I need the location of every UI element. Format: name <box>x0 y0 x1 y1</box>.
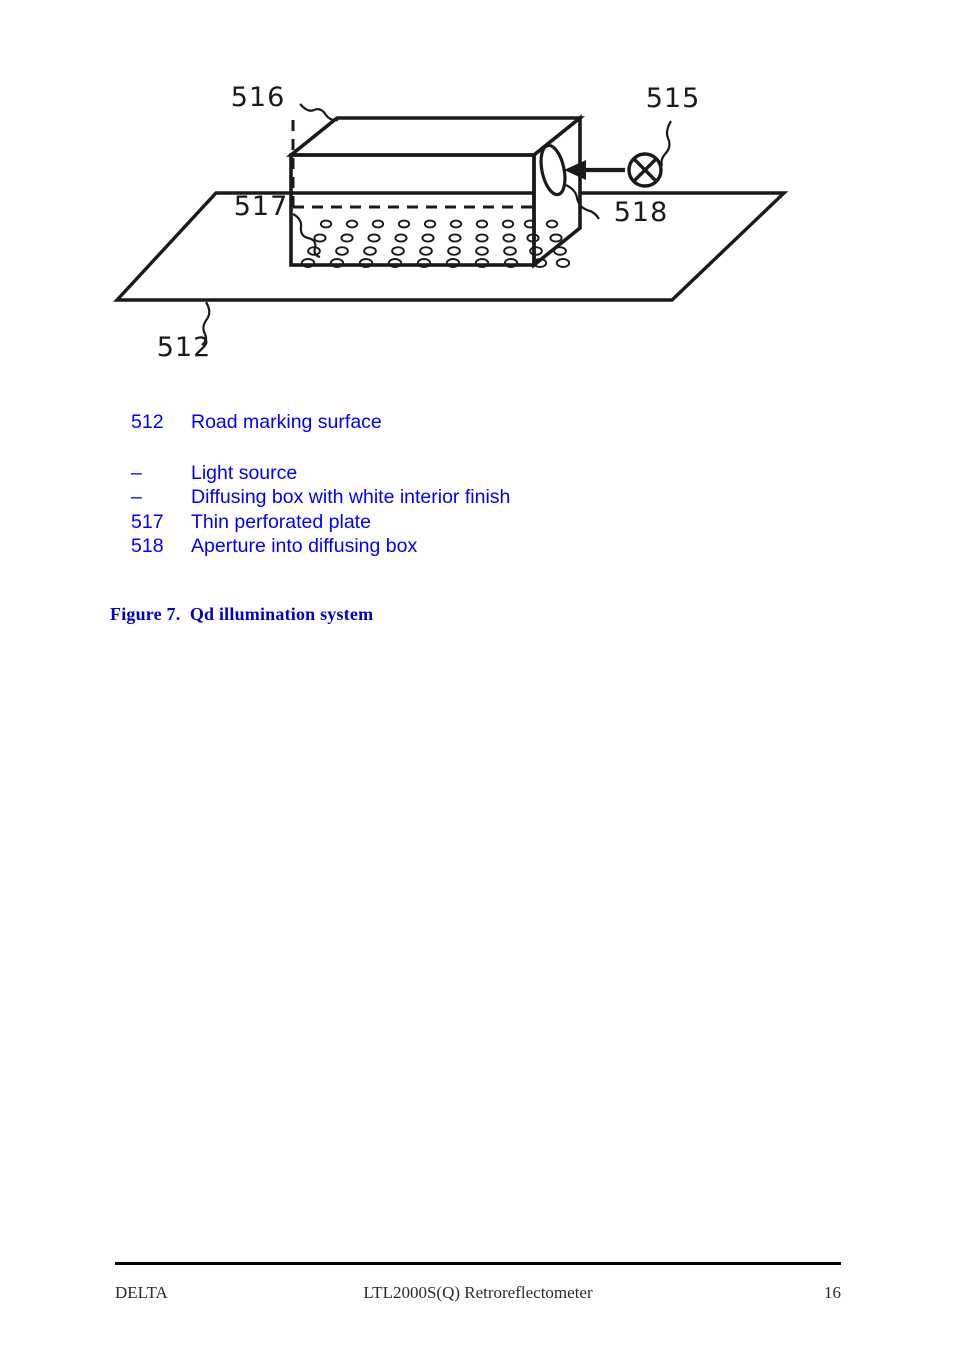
callout-517: 517 <box>234 191 289 222</box>
legend-label: Diffusing box with white interior finish <box>191 486 511 508</box>
legend-item: 518 Aperture into diffusing box <box>131 534 831 559</box>
figure-svg: 516 515 517 518 512 <box>113 82 789 363</box>
figure-caption: Figure 7. Qd illumination system <box>110 604 374 624</box>
legend-label: Light source <box>191 461 298 484</box>
callout-516: 516 <box>231 82 286 113</box>
legend-key: 518 <box>131 535 164 557</box>
legend-item: – Light source <box>131 461 831 486</box>
box-top-face <box>285 116 586 157</box>
leader-515 <box>660 120 672 167</box>
legend-label: Thin perforated plate <box>191 510 371 533</box>
callout-515: 515 <box>646 83 701 114</box>
legend-item: – Diffusing box with white interior fini… <box>131 485 831 510</box>
legend-label: Aperture into diffusing box <box>191 535 418 557</box>
page-footer: DELTA LTL2000S(Q) Retroreflectometer 16 <box>115 1283 841 1307</box>
figure-legend-list: 512 Road marking surface – Light source … <box>131 410 831 559</box>
figure-illustration: 516 515 517 518 512 <box>0 0 954 380</box>
legend-key: 517 <box>131 510 164 533</box>
footer-document-title: LTL2000S(Q) Retroreflectometer <box>363 1283 593 1302</box>
legend-key: – <box>131 486 142 508</box>
legend-item: 512 Road marking surface <box>131 410 831 435</box>
footer-page-number: 16 <box>824 1283 841 1302</box>
legend-key: – <box>131 461 142 484</box>
footer-divider <box>115 1262 841 1265</box>
road-surface-plane <box>113 191 789 302</box>
legend-key: 512 <box>131 411 164 433</box>
callout-512: 512 <box>157 332 212 363</box>
legend-label: Road marking surface <box>191 411 382 433</box>
light-source-symbol <box>627 152 663 188</box>
legend-item: 517 Thin perforated plate <box>131 510 831 535</box>
leader-516 <box>299 103 339 122</box>
callout-518: 518 <box>614 197 669 228</box>
